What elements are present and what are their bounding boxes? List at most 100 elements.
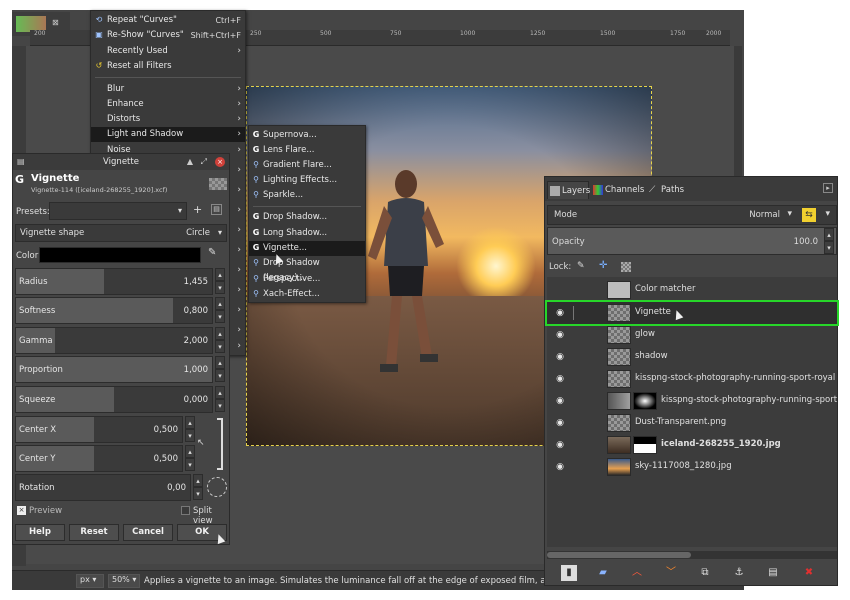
center-x-spinner[interactable]: ▴ ▾ — [185, 416, 195, 443]
rotation-slider[interactable]: Rotation 0,00 — [15, 474, 191, 501]
menu-item-recently-used[interactable]: Recently Used › — [91, 44, 245, 59]
center-x-slider[interactable]: Center X 0,500 — [15, 416, 183, 443]
increment-icon[interactable]: ▴ — [215, 356, 225, 369]
increment-icon[interactable]: ▴ — [215, 386, 225, 399]
squeeze-slider[interactable]: Squeeze 0,000 — [15, 386, 213, 413]
menu-item-repeat[interactable]: ⟲ Repeat "Curves" Ctrl+F — [91, 13, 245, 28]
decrement-icon[interactable]: ▾ — [185, 458, 195, 471]
menu-item-distorts[interactable]: Distorts › — [91, 112, 245, 127]
tab-layers[interactable]: Layers — [547, 181, 590, 199]
menu-item-drop-shadow-legacy[interactable]: ⚲ Drop Shadow (legacy)... — [249, 256, 365, 283]
increment-icon[interactable]: ▴ — [193, 474, 203, 487]
help-button[interactable]: Help — [15, 524, 65, 541]
scrollbar-thumb[interactable] — [547, 552, 691, 558]
squeeze-spinner[interactable]: ▴ ▾ — [215, 386, 225, 413]
menu-item-gradient-flare[interactable]: ⚲ Gradient Flare... — [249, 158, 365, 173]
new-layer-icon[interactable]: ▮ — [561, 565, 577, 581]
menu-item-light-and-shadow[interactable]: Light and Shadow › — [91, 127, 245, 142]
menu-item-lens-flare[interactable]: G Lens Flare... — [249, 143, 365, 158]
close-icon[interactable]: × — [215, 157, 225, 167]
softness-slider[interactable]: Softness 0,800 — [15, 297, 213, 324]
layer-row[interactable]: ◉ glow — [547, 324, 837, 346]
rotation-spinner[interactable]: ▴ ▾ — [193, 474, 203, 501]
color-swatch[interactable] — [39, 247, 201, 263]
add-preset-icon[interactable]: + — [193, 203, 202, 216]
anchor-layer-icon[interactable]: ⚓ — [731, 565, 747, 581]
composite-mode-icon[interactable]: ⇆ — [802, 208, 816, 222]
layer-row[interactable]: ◉ Dust-Transparent.png — [547, 412, 837, 434]
eye-icon[interactable]: ◉ — [553, 439, 567, 451]
layer-row[interactable]: ◉ shadow — [547, 346, 837, 368]
presets-combo[interactable]: ▾ — [49, 202, 187, 220]
increment-icon[interactable]: ▴ — [215, 327, 225, 340]
preset-menu-icon[interactable]: ▤ — [211, 204, 222, 215]
menu-item-xach-effect[interactable]: ⚲ Xach-Effect... — [249, 287, 365, 302]
tab-channels[interactable]: Channels — [591, 181, 645, 199]
decrement-icon[interactable]: ▾ — [215, 281, 225, 294]
vignette-shape-combo[interactable]: Vignette shape Circle ▾ — [15, 224, 227, 242]
menu-item-drop-shadow[interactable]: G Drop Shadow... — [249, 210, 365, 225]
mode-combo[interactable]: Mode Normal ▾ ⇆ ▾ — [547, 205, 837, 225]
center-y-slider[interactable]: Center Y 0,500 — [15, 445, 183, 472]
zoom-select[interactable]: 50% ▾ — [108, 573, 140, 588]
opacity-slider[interactable]: Opacity 100.0 ▴ ▾ — [547, 227, 837, 255]
layer-row[interactable]: ◉ kisspng-stock-photography-running-sport… — [547, 390, 837, 412]
softness-spinner[interactable]: ▴ ▾ — [215, 297, 225, 324]
menu-item-supernova[interactable]: G Supernova... — [249, 128, 365, 143]
eye-icon[interactable]: ◉ — [553, 461, 567, 473]
decrement-icon[interactable]: ▾ — [185, 429, 195, 442]
cancel-button[interactable]: Cancel — [123, 524, 173, 541]
menu-item-sparkle[interactable]: ⚲ Sparkle... — [249, 188, 365, 203]
close-tab-icon[interactable]: ⊠ — [52, 18, 62, 28]
menu-item-perspective[interactable]: ⚲ Perspective... — [249, 272, 365, 287]
eye-icon[interactable]: ◉ — [553, 373, 567, 385]
layer-row[interactable]: ◉ iceland-268255_1920.jpg — [547, 434, 837, 456]
unit-select[interactable]: px ▾ — [76, 573, 104, 588]
layers-horizontal-scrollbar[interactable] — [547, 551, 837, 559]
decrement-icon[interactable]: ▾ — [215, 340, 225, 353]
layer-row[interactable]: ◉ kisspng-stock-photography-running-sport… — [547, 368, 837, 390]
menu-item-enhance[interactable]: Enhance › — [91, 97, 245, 112]
tab-paths[interactable]: ⟋ Paths — [647, 181, 687, 199]
decrement-icon[interactable]: ▾ — [193, 487, 203, 500]
merge-layer-icon[interactable]: ▤ — [765, 565, 781, 581]
rotation-dial[interactable] — [207, 477, 227, 497]
dialog-menu-icon[interactable]: ▤ — [17, 154, 25, 170]
radius-slider[interactable]: Radius 1,455 — [15, 268, 213, 295]
eye-icon[interactable]: ◉ — [553, 329, 567, 341]
eye-icon[interactable]: ◉ — [553, 417, 567, 429]
eye-icon[interactable]: ◉ — [553, 307, 567, 319]
color-picker-icon[interactable]: ✎ — [208, 247, 216, 258]
proportion-slider[interactable]: Proportion 1,000 — [15, 356, 213, 383]
raise-layer-icon[interactable]: ︿ — [629, 565, 645, 581]
preview-checkbox[interactable]: × — [17, 506, 26, 515]
decrement-icon[interactable]: ▾ — [824, 241, 834, 254]
eye-icon[interactable]: ◉ — [553, 351, 567, 363]
lower-layer-icon[interactable]: ﹀ — [663, 565, 679, 581]
dock-menu-icon[interactable]: ▸ — [823, 183, 833, 193]
increment-icon[interactable]: ▴ — [215, 268, 225, 281]
decrement-icon[interactable]: ▾ — [215, 399, 225, 412]
shade-icon[interactable]: ▲ — [187, 154, 193, 170]
center-y-spinner[interactable]: ▴ ▾ — [185, 445, 195, 472]
increment-icon[interactable]: ▴ — [185, 416, 195, 429]
gamma-slider[interactable]: Gamma 2,000 — [15, 327, 213, 354]
new-layer-group-icon[interactable]: ▰ — [595, 565, 611, 581]
chevron-down-icon[interactable]: ▾ — [825, 209, 830, 219]
menu-item-reset-filters[interactable]: ↺ Reset all Filters — [91, 59, 245, 74]
duplicate-layer-icon[interactable]: ⧉ — [697, 565, 713, 581]
reset-button[interactable]: Reset — [69, 524, 119, 541]
proportion-spinner[interactable]: ▴ ▾ — [215, 356, 225, 383]
lock-pixels-icon[interactable]: ✎ — [577, 261, 585, 271]
decrement-icon[interactable]: ▾ — [215, 310, 225, 323]
eye-icon[interactable]: ◉ — [553, 395, 567, 407]
lock-alpha-icon[interactable] — [621, 262, 631, 272]
menu-item-vignette[interactable]: G Vignette... — [249, 241, 365, 256]
increment-icon[interactable]: ▴ — [215, 297, 225, 310]
maximize-icon[interactable]: ⤢ — [201, 154, 207, 170]
radius-spinner[interactable]: ▴ ▾ — [215, 268, 225, 295]
layer-row-selected[interactable]: ◉ Vignette — [545, 300, 839, 326]
increment-icon[interactable]: ▴ — [185, 445, 195, 458]
chain-toggle[interactable] — [573, 306, 574, 320]
opacity-spinner[interactable]: ▴ ▾ — [824, 228, 834, 254]
